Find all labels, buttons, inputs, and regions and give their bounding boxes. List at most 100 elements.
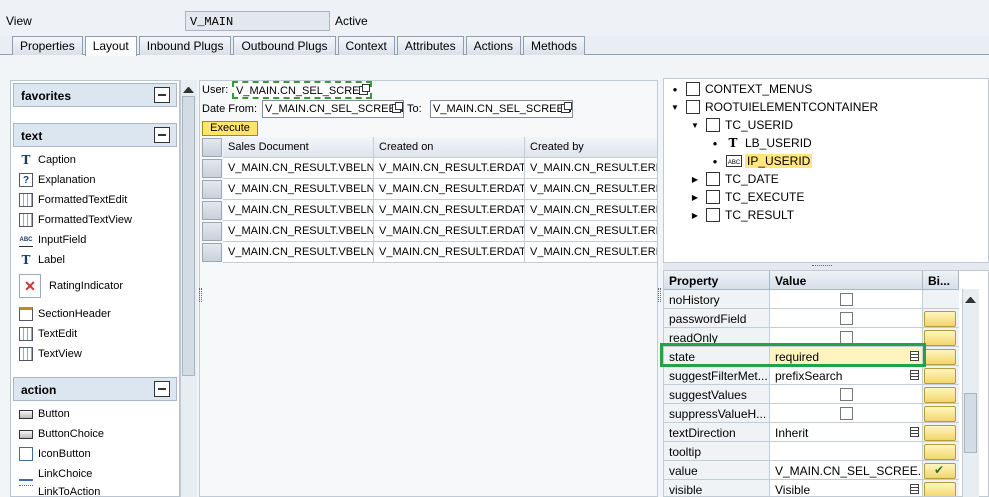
execute-button[interactable]: Execute bbox=[202, 121, 258, 136]
bind-button[interactable] bbox=[924, 349, 956, 365]
property-row-textdirection: textDirection Inherit bbox=[664, 423, 964, 442]
suggestvalues-checkbox[interactable] bbox=[840, 388, 853, 401]
collapsed-arrow-icon[interactable]: ▶ bbox=[690, 175, 700, 184]
properties-scroll-thumb[interactable] bbox=[964, 393, 977, 453]
palette-group-text[interactable]: text bbox=[13, 123, 177, 147]
tab-outbound-plugs[interactable]: Outbound Plugs bbox=[233, 36, 336, 55]
collapsed-arrow-icon[interactable]: ▶ bbox=[690, 193, 700, 202]
palette-item-formattedtextview[interactable]: FormattedTextView bbox=[19, 211, 132, 229]
palette-item-linkchoice[interactable]: LinkChoice bbox=[19, 465, 92, 483]
palette-group-favorites[interactable]: favorites bbox=[13, 83, 177, 107]
visible-dropdown[interactable]: Visible bbox=[770, 480, 923, 496]
row-selector[interactable] bbox=[202, 180, 222, 199]
property-value[interactable] bbox=[770, 404, 923, 423]
tree-node-lb-userid[interactable]: ● T LB_USERID bbox=[710, 134, 812, 152]
palette-group-action[interactable]: action bbox=[13, 377, 177, 401]
tab-methods[interactable]: Methods bbox=[522, 36, 585, 55]
palette-item-textview[interactable]: TextView bbox=[19, 345, 82, 363]
dropdown-icon[interactable] bbox=[910, 427, 919, 437]
property-value[interactable] bbox=[770, 309, 923, 328]
suppressvaluehelp-checkbox[interactable] bbox=[840, 407, 853, 420]
palette-item-textedit[interactable]: TextEdit bbox=[19, 325, 77, 343]
palette-item-iconbutton[interactable]: IconButton bbox=[19, 445, 91, 463]
palette-item-caption[interactable]: T Caption bbox=[19, 151, 76, 169]
expanded-arrow-icon[interactable]: ▼ bbox=[690, 121, 700, 130]
property-row-passwordfield: passwordField bbox=[664, 309, 964, 328]
passwordfield-checkbox[interactable] bbox=[840, 312, 853, 325]
property-value[interactable] bbox=[770, 385, 923, 404]
column-header-created-on[interactable]: Created on bbox=[374, 137, 525, 158]
palette-item-linktoaction[interactable]: LinkToAction bbox=[19, 483, 100, 496]
suggestfiltermethod-dropdown[interactable]: prefixSearch bbox=[770, 366, 923, 385]
tab-properties[interactable]: Properties bbox=[12, 36, 83, 55]
row-selector[interactable] bbox=[202, 201, 222, 220]
bound-checkmark-icon[interactable] bbox=[924, 463, 956, 479]
scroll-up-icon[interactable] bbox=[183, 83, 194, 93]
palette-item-button[interactable]: Button bbox=[19, 405, 70, 423]
collapse-icon[interactable] bbox=[154, 127, 170, 143]
view-name-field[interactable]: V_MAIN bbox=[185, 11, 330, 31]
tab-actions[interactable]: Actions bbox=[465, 36, 521, 55]
palette-item-formattedtextedit[interactable]: FormattedTextEdit bbox=[19, 191, 127, 209]
nohistory-checkbox[interactable] bbox=[840, 293, 853, 306]
palette-item-ratingindicator[interactable]: RatingIndicator bbox=[49, 277, 123, 295]
palette-item-buttonchoice[interactable]: ButtonChoice bbox=[19, 425, 104, 443]
tree-node-tc-userid[interactable]: ▼ TC_USERID bbox=[690, 116, 793, 134]
binding-cell bbox=[923, 290, 959, 309]
tab-context[interactable]: Context bbox=[337, 36, 395, 55]
textdirection-dropdown[interactable]: Inherit bbox=[770, 423, 923, 442]
tree-node-context-menus[interactable]: ● CONTEXT_MENUS bbox=[670, 80, 812, 98]
date-from-input[interactable]: V_MAIN.CN_SEL_SCREEN bbox=[262, 100, 404, 118]
bind-button[interactable] bbox=[924, 425, 956, 441]
bind-button[interactable] bbox=[924, 444, 956, 460]
date-to-input[interactable]: V_MAIN.CN_SEL_SCREEN bbox=[430, 100, 573, 118]
value-input[interactable]: V_MAIN.CN_SEL_SCREE... bbox=[770, 461, 923, 480]
user-label: User: bbox=[202, 84, 229, 96]
collapse-icon[interactable] bbox=[154, 87, 170, 103]
tab-inbound-plugs[interactable]: Inbound Plugs bbox=[138, 36, 232, 55]
tree-node-label: TC_EXECUTE bbox=[725, 190, 805, 204]
dropdown-icon[interactable] bbox=[910, 484, 919, 494]
row-selector[interactable] bbox=[202, 159, 222, 178]
bind-button[interactable] bbox=[924, 368, 956, 384]
tree-node-ip-userid[interactable]: ● ABC IP_USERID bbox=[710, 152, 813, 170]
scroll-up-icon[interactable] bbox=[965, 293, 976, 303]
value-help-icon[interactable] bbox=[561, 102, 572, 113]
tree-node-tc-date[interactable]: ▶ TC_DATE bbox=[690, 170, 779, 188]
preview-splitter[interactable] bbox=[658, 288, 661, 302]
column-header-sales-document[interactable]: Sales Document bbox=[223, 137, 374, 158]
bind-button[interactable] bbox=[924, 406, 956, 422]
column-header-created-by[interactable]: Created by bbox=[525, 137, 657, 158]
splitter-grip-icon[interactable] bbox=[812, 265, 832, 268]
tree-node-tc-execute[interactable]: ▶ TC_EXECUTE bbox=[690, 188, 804, 206]
bind-button[interactable] bbox=[924, 387, 956, 403]
collapse-icon[interactable] bbox=[154, 381, 170, 397]
dropdown-icon[interactable] bbox=[910, 370, 919, 380]
value-column-header: Value bbox=[770, 271, 923, 290]
rating-indicator-icon: ✕ bbox=[19, 274, 41, 298]
tree-node-tc-result[interactable]: ▶ TC_RESULT bbox=[690, 206, 794, 224]
bind-button[interactable] bbox=[924, 330, 956, 346]
palette-item-label[interactable]: T Label bbox=[19, 251, 65, 269]
palette-scroll-thumb[interactable] bbox=[182, 96, 195, 376]
bind-button[interactable] bbox=[924, 311, 956, 327]
bind-button[interactable] bbox=[924, 482, 956, 496]
row-selector[interactable] bbox=[202, 243, 222, 262]
property-value[interactable] bbox=[770, 290, 923, 309]
select-all-button[interactable] bbox=[202, 138, 222, 157]
palette-item-inputfield[interactable]: ABC InputField bbox=[19, 231, 86, 249]
row-selector[interactable] bbox=[202, 222, 222, 241]
value-help-icon[interactable] bbox=[392, 102, 403, 113]
user-input[interactable]: V_MAIN.CN_SEL_SCREE bbox=[232, 81, 372, 99]
property-row-tooltip: tooltip bbox=[664, 442, 964, 461]
tab-attributes[interactable]: Attributes bbox=[396, 36, 464, 55]
palette-splitter[interactable] bbox=[199, 288, 202, 302]
tooltip-input[interactable] bbox=[770, 442, 923, 461]
expanded-arrow-icon[interactable]: ▼ bbox=[670, 103, 680, 112]
value-help-icon[interactable] bbox=[359, 84, 370, 95]
palette-item-explanation[interactable]: ? Explanation bbox=[19, 171, 96, 189]
palette-item-sectionheader[interactable]: SectionHeader bbox=[19, 305, 111, 323]
tree-node-root-container[interactable]: ▼ ROOTUIELEMENTCONTAINER bbox=[670, 98, 878, 116]
collapsed-arrow-icon[interactable]: ▶ bbox=[690, 211, 700, 220]
tab-layout[interactable]: Layout bbox=[84, 36, 137, 56]
